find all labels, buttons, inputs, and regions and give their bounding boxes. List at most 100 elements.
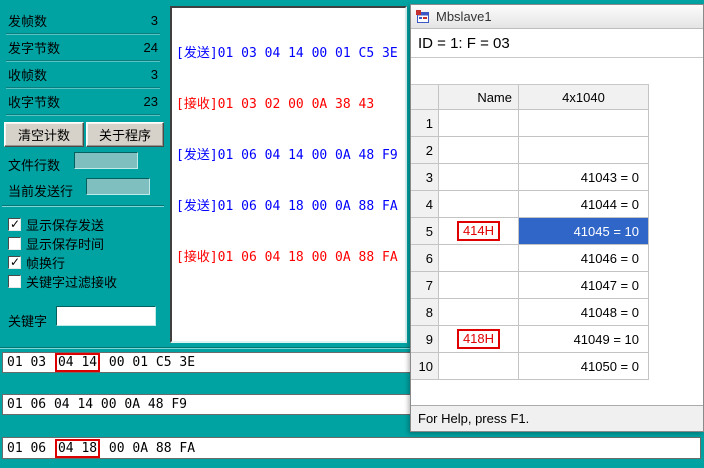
annotation-418h: 418H — [457, 329, 500, 349]
log-line-send: [发送]01 03 04 14 00 01 C5 3E — [176, 45, 401, 62]
current-send-line-label: 当前发送行 — [8, 181, 73, 200]
log-line-receive: [接收]01 03 02 00 0A 38 43 — [176, 96, 401, 113]
log-line-receive: [接收]01 06 04 18 00 0A 88 FA — [176, 249, 401, 266]
annotation-box-0418: 04 18 — [55, 439, 100, 458]
file-lines-field[interactable] — [74, 152, 138, 169]
checkbox-row-show-save-send[interactable]: 显示保存发送 — [8, 216, 104, 232]
register-grid: Name 4x1040 1 2 3 41043 = 0 4 410 — [411, 84, 649, 380]
value-cell[interactable]: 41046 = 0 — [519, 245, 649, 272]
stat-label: 收帧数 — [6, 65, 49, 84]
frame-newline-checkbox[interactable] — [8, 256, 21, 269]
annotation-414h: 414H — [457, 221, 500, 241]
name-column-header[interactable]: Name — [439, 85, 519, 110]
corner-header-cell — [411, 85, 439, 110]
address-column-header[interactable]: 4x1040 — [519, 85, 649, 110]
log-line-send: [发送]01 06 04 14 00 0A 48 F9 — [176, 147, 401, 164]
checkbox-label: 关键字过滤接收 — [26, 272, 117, 291]
checkbox-label: 显示保存时间 — [26, 234, 104, 253]
checkbox-row-frame-newline[interactable]: 帧换行 — [8, 254, 65, 270]
grid-row-4: 4 41044 = 0 — [411, 191, 649, 218]
file-lines-label: 文件行数 — [8, 155, 60, 174]
value-cell-selected[interactable]: 41045 = 10 — [519, 218, 649, 245]
keyword-filter-checkbox[interactable] — [8, 275, 21, 288]
stat-value: 24 — [142, 40, 160, 55]
checkbox-row-show-save-time[interactable]: 显示保存时间 — [8, 235, 104, 251]
grid-row-2: 2 — [411, 137, 649, 164]
value-cell[interactable] — [519, 137, 649, 164]
mbslave-title-bar[interactable]: Mbslave1 — [411, 5, 703, 29]
row-number-cell[interactable]: 2 — [411, 137, 439, 164]
value-cell[interactable]: 41044 = 0 — [519, 191, 649, 218]
mbslave-window: Mbslave1 ID = 1: F = 03 Name 4x1040 1 2 … — [410, 4, 704, 432]
grid-row-9: 9 418H 41049 = 10 — [411, 326, 649, 353]
keyword-label: 关键字 — [8, 311, 47, 330]
grid-row-5: 5 414H 41045 = 10 — [411, 218, 649, 245]
row-number-cell[interactable]: 7 — [411, 272, 439, 299]
show-save-time-checkbox[interactable] — [8, 237, 21, 250]
grid-row-3: 3 41043 = 0 — [411, 164, 649, 191]
grid-row-1: 1 — [411, 110, 649, 137]
row-number-cell[interactable]: 3 — [411, 164, 439, 191]
checkbox-label: 显示保存发送 — [26, 215, 104, 234]
row-number-cell[interactable]: 5 — [411, 218, 439, 245]
stat-value: 23 — [142, 94, 160, 109]
section-divider — [2, 205, 164, 207]
row-number-cell[interactable]: 1 — [411, 110, 439, 137]
mbslave-window-icon — [416, 10, 430, 24]
keyword-input[interactable] — [56, 306, 156, 326]
checkbox-row-keyword-filter[interactable]: 关键字过滤接收 — [8, 273, 117, 289]
value-cell[interactable]: 41047 = 0 — [519, 272, 649, 299]
show-save-send-checkbox[interactable] — [8, 218, 21, 231]
send-file-line-3[interactable]: 01 06 04 18 00 0A 88 FA — [2, 437, 701, 459]
about-program-button[interactable]: 关于程序 — [86, 122, 164, 147]
row-number-cell[interactable]: 8 — [411, 299, 439, 326]
stat-row-frames-sent: 发帧数 3 — [6, 8, 160, 34]
serial-debug-app: 发帧数 3 发字节数 24 收帧数 3 收字节数 23 清空计数 关于程序 文件… — [0, 0, 704, 468]
hex-text: 00 01 C5 3E — [101, 355, 195, 370]
stat-label: 发帧数 — [6, 11, 49, 30]
checkbox-label: 帧换行 — [26, 253, 65, 272]
stat-row-bytes-sent: 发字节数 24 — [6, 35, 160, 61]
name-cell[interactable] — [439, 137, 519, 164]
value-cell[interactable]: 41043 = 0 — [519, 164, 649, 191]
value-cell[interactable]: 41050 = 0 — [519, 353, 649, 380]
grid-row-8: 8 41048 = 0 — [411, 299, 649, 326]
status-bar: For Help, press F1. — [411, 405, 703, 431]
grid-row-10: 10 41050 = 0 — [411, 353, 649, 380]
hex-text: 01 06 — [7, 441, 54, 456]
name-cell[interactable]: 414H — [439, 218, 519, 245]
current-send-line-field[interactable] — [86, 178, 150, 195]
grid-row-7: 7 41047 = 0 — [411, 272, 649, 299]
name-cell[interactable] — [439, 164, 519, 191]
name-cell[interactable] — [439, 191, 519, 218]
clear-counters-button[interactable]: 清空计数 — [4, 122, 84, 147]
log-line-send: [发送]01 06 04 18 00 0A 88 FA — [176, 198, 401, 215]
row-number-cell[interactable]: 4 — [411, 191, 439, 218]
name-cell[interactable]: 418H — [439, 326, 519, 353]
stat-label: 发字节数 — [6, 38, 62, 57]
stat-value: 3 — [149, 13, 160, 28]
value-cell[interactable] — [519, 110, 649, 137]
row-number-cell[interactable]: 10 — [411, 353, 439, 380]
grid-header-row: Name 4x1040 — [411, 85, 649, 110]
name-cell[interactable] — [439, 299, 519, 326]
hex-text: 00 0A 88 FA — [101, 441, 195, 456]
name-cell[interactable] — [439, 245, 519, 272]
stat-row-bytes-received: 收字节数 23 — [6, 89, 160, 115]
row-number-cell[interactable]: 6 — [411, 245, 439, 272]
stat-label: 收字节数 — [6, 92, 62, 111]
window-title: Mbslave1 — [436, 9, 492, 24]
comm-log[interactable]: [发送]01 03 04 14 00 01 C5 3E [接收]01 03 02… — [170, 6, 407, 343]
stat-row-frames-received: 收帧数 3 — [6, 62, 160, 88]
slave-id-function-header: ID = 1: F = 03 — [411, 29, 703, 58]
row-number-cell[interactable]: 9 — [411, 326, 439, 353]
value-cell[interactable]: 41048 = 0 — [519, 299, 649, 326]
name-cell[interactable] — [439, 110, 519, 137]
name-cell[interactable] — [439, 353, 519, 380]
name-cell[interactable] — [439, 272, 519, 299]
annotation-box-0414: 04 14 — [55, 353, 100, 372]
grid-row-6: 6 41046 = 0 — [411, 245, 649, 272]
value-cell[interactable]: 41049 = 10 — [519, 326, 649, 353]
hex-text: 01 03 — [7, 355, 54, 370]
stat-value: 3 — [149, 67, 160, 82]
